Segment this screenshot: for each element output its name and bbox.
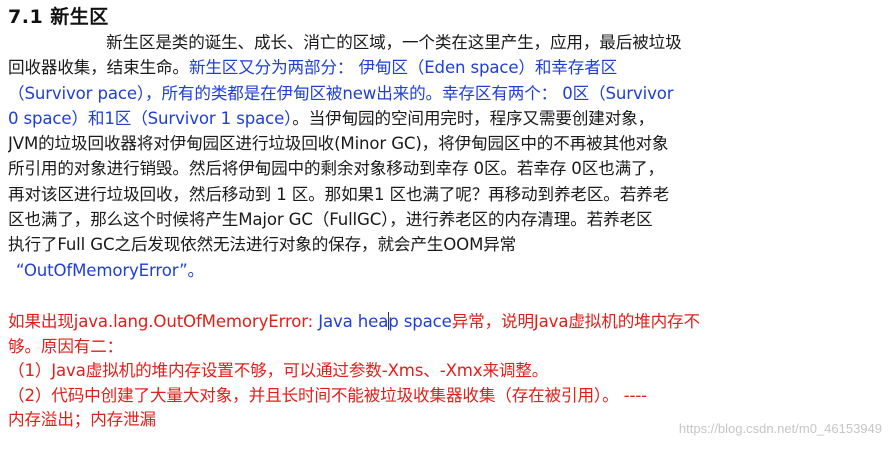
new-generation-paragraph: 新生区是类的诞生、成长、消亡的区域，一个类在这里产生，应用，最后被垃圾 回收器收… (8, 30, 882, 283)
paragraph-line: 区也满了，那么这个时候将产生Major GC（FullGC），进行养老区的内存清… (8, 207, 882, 232)
watermark-url: https://blog.csdn.net/m0_46153949 (678, 421, 882, 436)
paragraph-line: 再对该区进行垃圾回收，然后移动到 1 区。那如果1 区也满了呢？再移动到养老区。… (8, 182, 882, 207)
paragraph-line: 回收器收集，结束生命。新生区又分为两部分： 伊甸区（Eden space）和幸存… (8, 55, 882, 80)
oom-line: 够。原因有二： (8, 336, 124, 356)
text-segment: JVM的垃圾回收器将对伊甸园区进行垃圾回收(Minor GC)，将伊甸园区中的不… (8, 134, 669, 154)
document-page: 7.1 新生区 新生区是类的诞生、成长、消亡的区域，一个类在这里产生，应用，最后… (0, 0, 888, 457)
oom-text: 如果出现java.lang.OutOfMemoryError: (8, 312, 319, 331)
paragraph-line: 新生区是类的诞生、成长、消亡的区域，一个类在这里产生，应用，最后被垃圾 (8, 30, 882, 55)
paragraph-line: 执行了Full GC之后发现依然无法进行对象的保存，就会产生OOM异常 (8, 232, 882, 257)
text-segment: 回收器收集，结束生命。 (8, 58, 189, 78)
oom-heap-space-text: Java hea (318, 312, 389, 331)
oom-section: 如果出现java.lang.OutOfMemoryError: Java hea… (8, 310, 882, 433)
oom-line: 如果出现java.lang.OutOfMemoryError: Java hea… (8, 310, 882, 335)
paragraph-line: “OutOfMemoryError”。 (8, 258, 882, 283)
text-segment: 。当伊甸园的空间用完时，程序又需要创建对象， (292, 108, 655, 128)
paragraph-line: JVM的垃圾回收器将对伊甸园区进行垃圾回收(Minor GC)，将伊甸园区中的不… (8, 131, 882, 156)
paragraph-line: 0 space）和1区（Survivor 1 space）。当伊甸园的空间用完时… (8, 106, 882, 131)
section-heading: 7.1 新生区 (8, 6, 109, 28)
text-segment: 再对该区进行垃圾回收，然后移动到 1 区。那如果1 区也满了呢？再移动到养老区。… (8, 184, 670, 204)
oom-reason-1: （1）Java虚拟机的堆内存设置不够，可以通过参数-Xms、-Xmx来调整。 (8, 361, 549, 380)
text-segment: 执行了Full GC之后发现依然无法进行对象的保存，就会产生OOM异常 (8, 235, 517, 255)
text-segment: 新生区是类的诞生、成长、消亡的区域，一个类在这里产生，应用，最后被垃圾 (106, 33, 682, 52)
oom-reason-2: （2）代码中创建了大量大对象，并且长时间不能被垃圾收集器收集（存在被引用）。 -… (8, 385, 647, 405)
text-segment-highlight: 0 space）和1区（Survivor 1 space） (8, 108, 293, 128)
text-segment-highlight: 新生区又分为两部分： 伊甸区（Eden space）和幸存者区 (188, 58, 618, 78)
text-segment-highlight: （Survivor pace），所有的类都是在伊甸区被new出来的。幸存区有两个… (8, 83, 674, 103)
paragraph-line: （Survivor pace），所有的类都是在伊甸区被new出来的。幸存区有两个… (8, 81, 882, 106)
text-segment: 所引用的对象进行销毁。然后将伊甸园中的剩余对象移动到幸存 0区。若幸存 0区也满… (8, 159, 664, 179)
oom-heap-space-text-end: p space (388, 312, 452, 331)
paragraph-line: 所引用的对象进行销毁。然后将伊甸园中的剩余对象移动到幸存 0区。若幸存 0区也满… (8, 156, 882, 181)
oom-text: 异常，说明Java虚拟机的堆内存不 (451, 312, 700, 331)
text-segment-highlight: “OutOfMemoryError”。 (16, 260, 204, 280)
text-segment: 区也满了，那么这个时候将产生Major GC（FullGC），进行养老区的内存清… (8, 210, 653, 230)
